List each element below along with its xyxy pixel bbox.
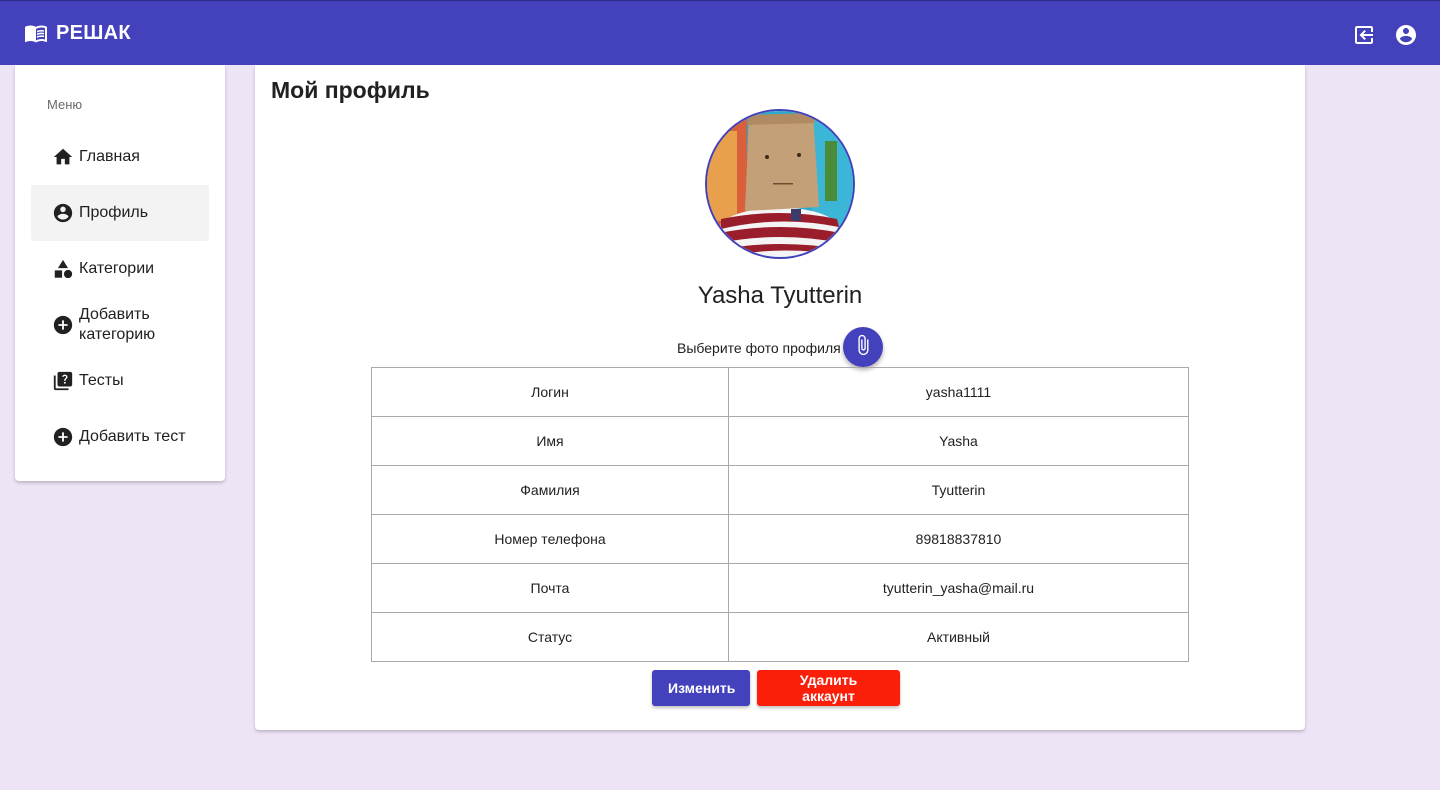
sidebar-item-label: Тесты	[79, 372, 124, 389]
menu-title: Меню	[47, 97, 83, 112]
home-icon	[52, 146, 74, 168]
app-header: РЕШАК	[0, 0, 1440, 65]
field-value: yasha1111	[728, 367, 1189, 417]
field-value: Yasha	[728, 416, 1189, 466]
table-row: Номер телефона 89818837810	[371, 514, 1189, 564]
avatar	[705, 109, 855, 259]
sidebar-item-add-category[interactable]: Добавить категорию	[31, 297, 209, 353]
add-circle-icon	[52, 426, 74, 448]
sidebar-item-label: Категории	[79, 260, 155, 277]
app-title: РЕШАК	[56, 21, 131, 44]
sidebar-item-label: Главная	[79, 148, 140, 165]
account-circle-icon	[52, 202, 74, 224]
table-row: Логин yasha1111	[371, 367, 1189, 417]
sidebar-item-label: Добавить тест	[79, 428, 186, 445]
field-value: 89818837810	[728, 514, 1189, 564]
field-label: Имя	[371, 416, 729, 466]
sidebar-item-tests[interactable]: Тесты	[31, 353, 209, 409]
field-label: Фамилия	[371, 465, 729, 515]
photo-upload-row: Выберите фото профиля	[255, 327, 1305, 367]
account-circle-icon[interactable]	[1394, 23, 1418, 47]
sidebar-item-profile[interactable]: Профиль	[31, 185, 209, 241]
brand[interactable]: РЕШАК	[24, 21, 131, 45]
profile-full-name: Yasha Tyutterin	[697, 282, 863, 309]
sidebar-item-add-test[interactable]: Добавить тест	[31, 409, 209, 465]
table-row: Имя Yasha	[371, 416, 1189, 466]
quiz-icon	[52, 370, 74, 392]
field-label: Номер телефона	[371, 514, 729, 564]
sidebar-item-categories[interactable]: Категории	[31, 241, 209, 297]
photo-upload-label: Выберите фото профиля	[677, 340, 841, 356]
profile-actions: Изменить Удалить аккаунт	[652, 670, 900, 706]
field-value: Tyutterin	[728, 465, 1189, 515]
field-label: Логин	[371, 367, 729, 417]
book-open-icon	[24, 21, 48, 45]
sidebar-item-label: Добавить категорию	[79, 306, 156, 343]
page-title: Мой профиль	[271, 77, 430, 103]
field-value: tyutterin_yasha@mail.ru	[728, 563, 1189, 613]
delete-account-button[interactable]: Удалить аккаунт	[757, 670, 900, 706]
profile-info-table: Логин yasha1111 Имя Yasha Фамилия Tyutte…	[371, 367, 1189, 662]
table-row: Почта tyutterin_yasha@mail.ru	[371, 563, 1189, 613]
logout-icon[interactable]	[1352, 23, 1376, 47]
edit-profile-button[interactable]: Изменить	[652, 670, 750, 706]
sidebar-nav: Главная Профиль Категории Добавить катег…	[31, 129, 209, 465]
field-label: Статус	[371, 612, 729, 662]
table-row: Фамилия Tyutterin	[371, 465, 1189, 515]
sidebar-item-label: Профиль	[79, 204, 149, 221]
sidebar-item-home[interactable]: Главная	[31, 129, 209, 185]
field-label: Почта	[371, 563, 729, 613]
table-row: Статус Активный	[371, 612, 1189, 662]
category-icon	[52, 258, 74, 280]
add-circle-icon	[52, 314, 74, 336]
field-value: Активный	[728, 612, 1189, 662]
profile-card: Мой профиль Yasha Tyutterin Выберите фот…	[255, 65, 1305, 730]
attach-photo-button[interactable]	[843, 327, 883, 367]
sidebar-menu: Меню Главная Профиль Категории Добавить …	[15, 65, 225, 481]
paperclip-icon	[852, 334, 874, 361]
